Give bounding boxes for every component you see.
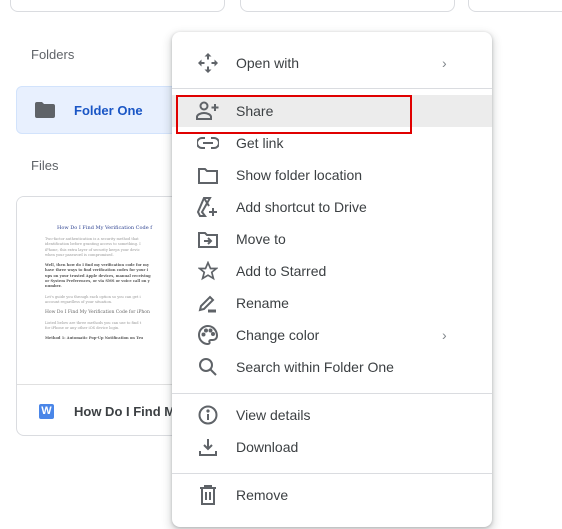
menu-item-label: Search within Folder One [236,359,394,375]
menu-item-show-folder-location[interactable]: Show folder location [172,159,492,191]
menu-item-remove[interactable]: Remove [172,479,492,511]
menu-item-add-to-starred[interactable]: Add to Starred [172,255,492,287]
top-card[interactable] [10,0,225,12]
menu-item-move-to[interactable]: Move to [172,223,492,255]
trash-icon [196,484,220,506]
menu-item-download[interactable]: Download [172,431,492,463]
info-icon [196,404,220,426]
menu-item-label: Download [236,439,299,455]
word-doc-icon: W [39,404,54,419]
open-with-icon [196,52,220,74]
menu-item-label: Share [236,103,274,119]
star-icon [196,260,220,282]
add-shortcut-icon [196,196,220,218]
top-card[interactable] [240,0,455,12]
menu-item-view-details[interactable]: View details [172,399,492,431]
menu-divider [172,473,492,474]
search-icon [196,356,220,378]
drive-page: Folders Folder One Files How Do I Find M… [0,0,562,529]
folders-heading: Folders [31,47,75,62]
menu-item-open-with[interactable]: Open with › [172,47,492,79]
menu-item-label: Move to [236,231,286,247]
menu-item-get-link[interactable]: Get link [172,127,492,159]
file-name: How Do I Find My [74,404,183,419]
menu-item-label: Add to Starred [236,263,327,279]
menu-item-label: View details [236,407,311,423]
menu-item-change-color[interactable]: Change color › [172,319,492,351]
menu-item-label: Change color [236,327,320,343]
folder-outline-icon [196,164,220,186]
menu-item-add-shortcut[interactable]: Add shortcut to Drive [172,191,492,223]
folder-icon [35,102,55,118]
menu-item-label: Add shortcut to Drive [236,199,367,215]
menu-divider [172,393,492,394]
menu-item-label: Show folder location [236,167,363,183]
link-icon [196,132,220,154]
menu-item-rename[interactable]: Rename [172,287,492,319]
pencil-icon [196,292,220,314]
menu-item-label: Remove [236,487,289,503]
download-icon [196,436,220,458]
menu-divider [172,88,492,89]
folder-name: Folder One [74,103,143,118]
move-to-icon [196,228,220,250]
menu-item-label: Get link [236,135,284,151]
context-menu: Open with › Share Get link Show folder l… [172,32,492,527]
chevron-right-icon: › [442,55,447,71]
person-add-icon [196,100,220,122]
menu-item-label: Rename [236,295,289,311]
menu-item-search-within[interactable]: Search within Folder One [172,351,492,383]
palette-icon [196,324,220,346]
chevron-right-icon: › [442,327,447,343]
menu-item-label: Open with [236,55,300,71]
top-card[interactable] [468,0,562,12]
files-heading: Files [31,158,59,173]
menu-item-share[interactable]: Share [172,95,492,127]
